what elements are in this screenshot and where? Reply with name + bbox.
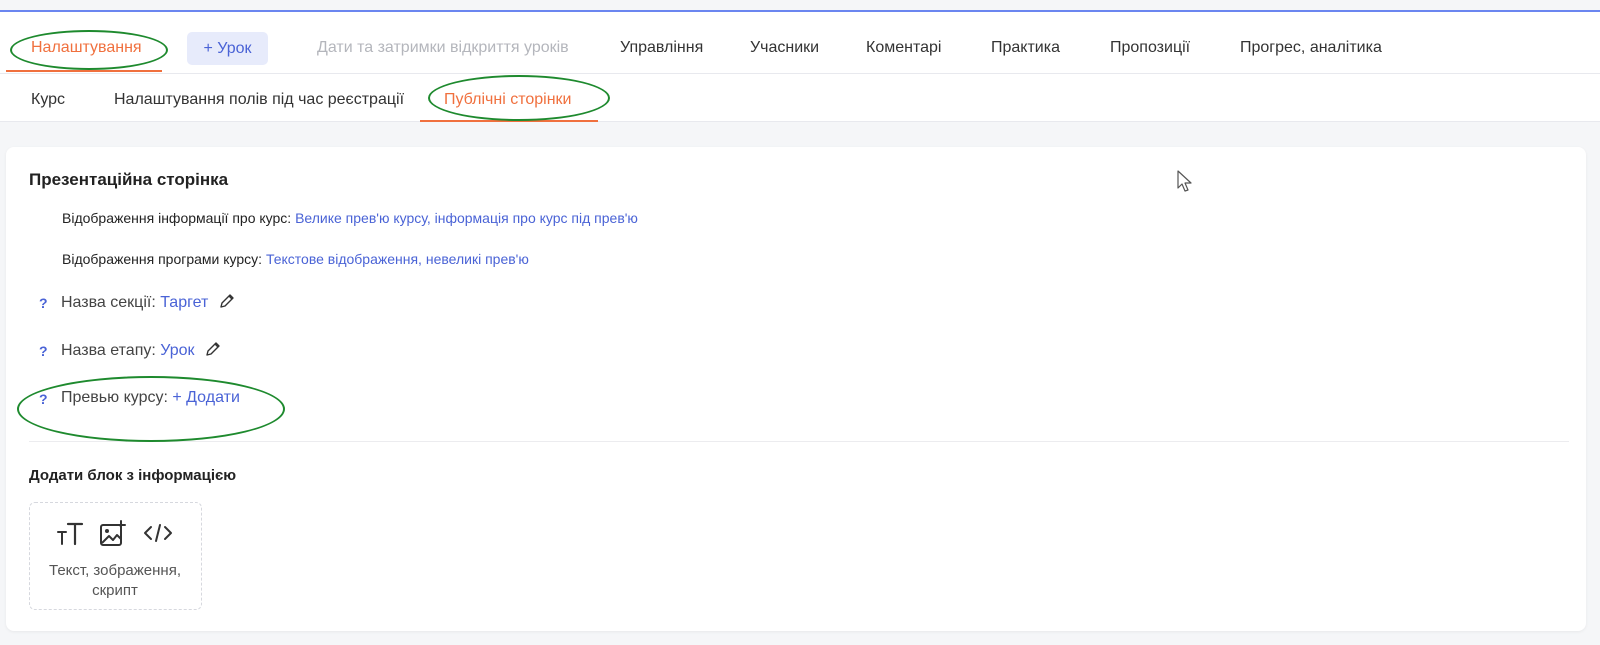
tab-offers[interactable]: Пропозиції: [1110, 12, 1190, 74]
pencil-icon[interactable]: [205, 341, 221, 362]
section-name-label: Назва секції:: [61, 294, 156, 311]
pencil-icon[interactable]: [219, 293, 235, 314]
section-name-value[interactable]: Таргет: [160, 294, 208, 311]
text-size-icon: [57, 522, 84, 546]
add-info-block-button[interactable]: Текст, зображення, скрипт: [29, 502, 202, 610]
tab-management[interactable]: Управління: [620, 12, 703, 74]
tab-participants[interactable]: Учасники: [750, 12, 819, 74]
mouse-cursor-icon: [1177, 170, 1195, 199]
add-lesson-button[interactable]: + Урок: [187, 32, 268, 65]
stage-name-row: Назва етапу: Урок: [61, 341, 221, 362]
course-preview-add-link[interactable]: + Додати: [172, 389, 240, 406]
sub-nav: Курс Налаштування полів під час реєстрац…: [0, 74, 1600, 122]
stage-name-help-icon[interactable]: ?: [39, 343, 48, 359]
info-display-row: Відображення інформації про курс: Велике…: [62, 210, 638, 226]
program-display-label: Відображення програми курсу:: [62, 251, 263, 267]
course-preview-label: Превью курсу:: [61, 389, 168, 406]
info-display-value-link[interactable]: Велике прев'ю курсу, інформація про курс…: [295, 210, 638, 226]
section-name-help-icon[interactable]: ?: [39, 295, 48, 311]
code-icon: [144, 524, 172, 542]
tab-dates-delays: Дати та затримки відкриття уроків: [317, 39, 569, 56]
subtab-registration-fields[interactable]: Налаштування полів під час реєстрації: [114, 74, 404, 122]
info-block-title: Додати блок з інформацією: [29, 467, 237, 484]
presentation-card: Презентаційна сторінка Відображення інфо…: [6, 147, 1586, 631]
subtab-course[interactable]: Курс: [31, 74, 65, 122]
info-block-label-line1: Текст, зображення,: [49, 562, 181, 579]
info-block-label: Текст, зображення, скрипт: [30, 561, 200, 601]
stage-name-value[interactable]: Урок: [160, 342, 194, 359]
tab-progress-analytics[interactable]: Прогрес, аналітика: [1240, 12, 1382, 74]
tab-active-underline: [6, 70, 162, 72]
info-block-label-line2: скрипт: [92, 582, 138, 599]
section-divider: [29, 441, 1569, 442]
subtab-active-underline: [420, 120, 598, 122]
section-name-row: Назва секції: Таргет: [61, 293, 235, 314]
block-icons: [56, 520, 176, 550]
presentation-title: Презентаційна сторінка: [29, 170, 229, 189]
main-nav: Налаштування + Урок Дати та затримки від…: [0, 12, 1600, 74]
info-display-label: Відображення інформації про курс:: [62, 210, 292, 226]
program-display-value-link[interactable]: Текстове відображення, невеликі прев'ю: [266, 251, 529, 267]
subtab-public-pages[interactable]: Публічні сторінки: [444, 74, 571, 122]
course-preview-row: Превью курсу: + Додати: [61, 389, 240, 407]
stage-name-label: Назва етапу:: [61, 342, 156, 359]
tab-settings[interactable]: Налаштування: [31, 12, 142, 74]
image-add-icon: [100, 520, 126, 546]
program-display-row: Відображення програми курсу: Текстове ві…: [62, 251, 529, 267]
course-preview-help-icon[interactable]: ?: [39, 391, 48, 407]
tab-comments[interactable]: Коментарі: [866, 12, 941, 74]
tab-practice[interactable]: Практика: [991, 12, 1060, 74]
